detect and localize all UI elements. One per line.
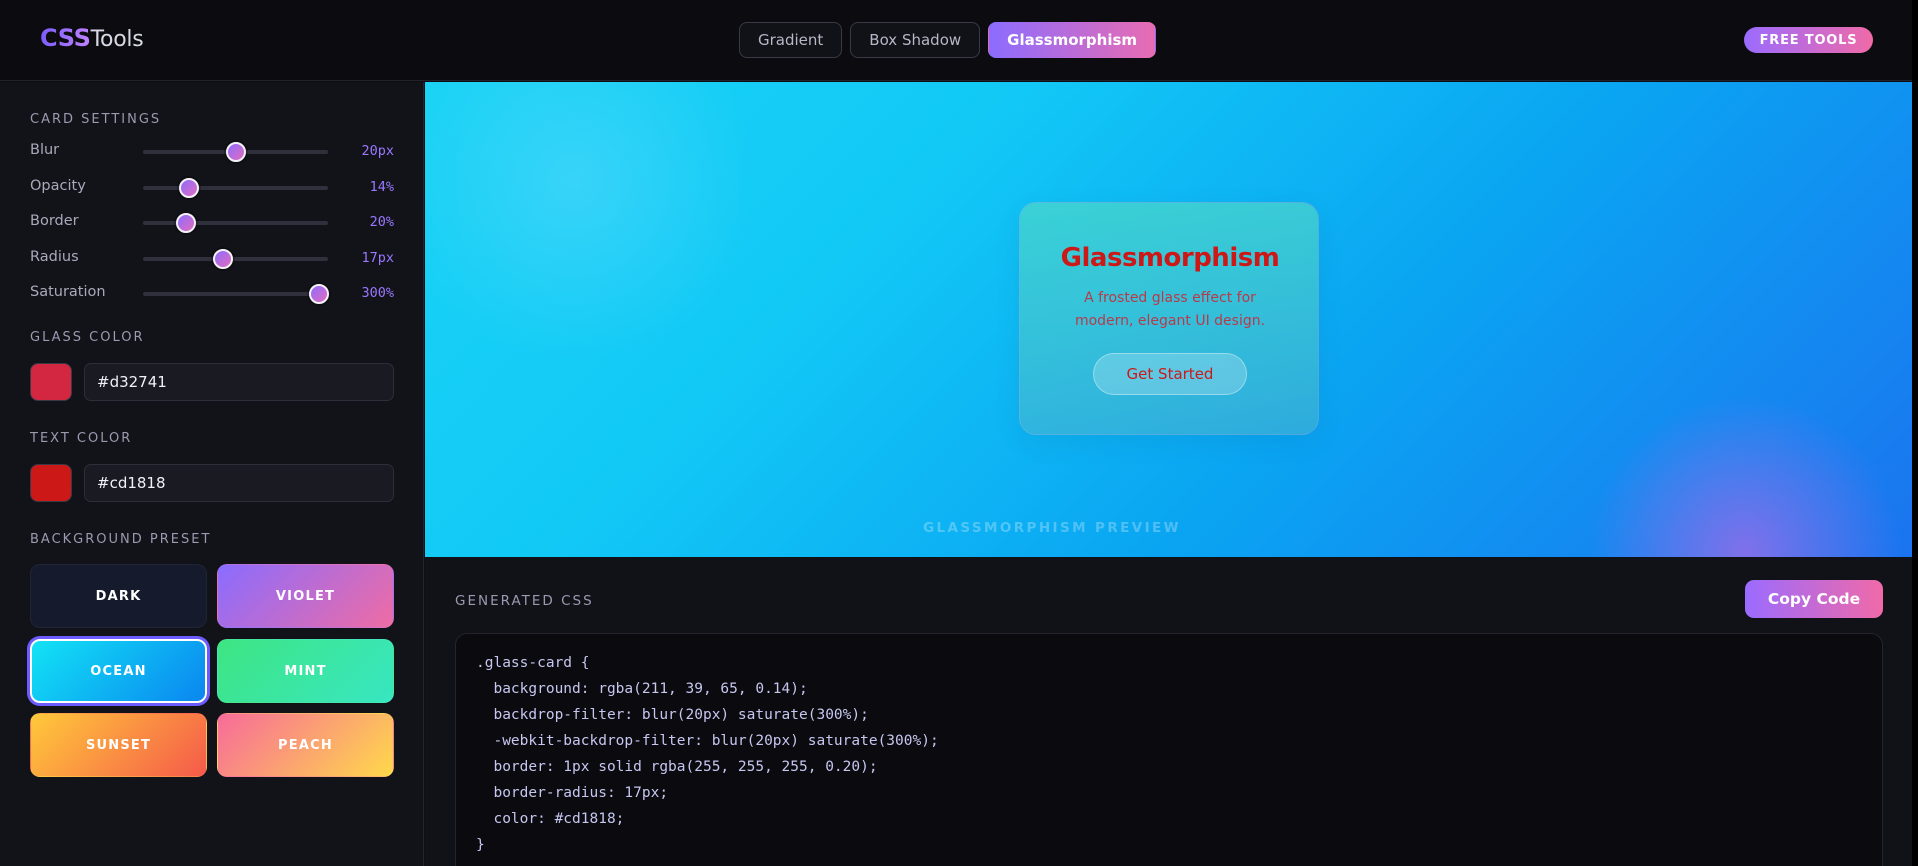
preset-peach[interactable]: PEACH [217, 713, 394, 777]
app-header: CSS Tools Gradient Box Shadow Glassmorph… [0, 0, 1918, 81]
slider-value: 20px [361, 143, 394, 159]
opacity-slider-row: Opacity 14% [30, 178, 394, 198]
radius-slider[interactable] [143, 249, 328, 269]
code-block[interactable]: .glass-card { background: rgba(211, 39, … [455, 633, 1883, 866]
tab-gradient[interactable]: Gradient [739, 22, 843, 58]
card-description-line: modern, elegant UI design. [1074, 313, 1266, 329]
slider-value: 14% [369, 179, 394, 195]
slider-value: 300% [361, 285, 394, 301]
logo-tools-text: Tools [90, 27, 144, 52]
blur-slider[interactable] [143, 142, 328, 162]
radius-slider-row: Radius 17px [30, 249, 394, 269]
text-color-title: TEXT COLOR [30, 431, 133, 446]
code-line: .glass-card { [476, 655, 590, 671]
copy-code-button[interactable]: Copy Code [1745, 580, 1883, 618]
slider-label: Blur [30, 142, 60, 158]
tab-glassmorphism[interactable]: Glassmorphism [988, 22, 1157, 58]
saturation-slider[interactable] [143, 284, 329, 304]
settings-sidebar: CARD SETTINGS Blur 20px Opacity 14% Bord… [0, 82, 424, 866]
background-preset-title: BACKGROUND PRESET [30, 532, 212, 547]
preset-mint[interactable]: MINT [217, 639, 394, 703]
card-description: A frosted glass effect for modern, elega… [1060, 287, 1280, 333]
code-line: backdrop-filter: blur(20px) saturate(300… [476, 707, 869, 723]
code-line: -webkit-backdrop-filter: blur(20px) satu… [476, 733, 939, 749]
preview-caption: GLASSMORPHISM PREVIEW [923, 520, 1181, 536]
code-line: border-radius: 17px; [476, 785, 669, 801]
slider-label: Saturation [30, 284, 106, 300]
slider-thumb[interactable] [225, 142, 246, 162]
glass-color-input[interactable] [84, 363, 394, 401]
code-line: background: rgba(211, 39, 65, 0.14); [476, 681, 808, 697]
code-line: } [476, 837, 485, 853]
text-color-row [30, 464, 394, 502]
slider-thumb[interactable] [175, 213, 196, 233]
free-tools-badge: FREE TOOLS [1744, 27, 1873, 53]
card-settings-title: CARD SETTINGS [30, 112, 162, 127]
tool-tabs: Gradient Box Shadow Glassmorphism [739, 22, 1157, 58]
code-line: color: #cd1818; [476, 811, 625, 827]
glass-preview-area: Glassmorphism A frosted glass effect for… [425, 82, 1912, 557]
tab-box-shadow[interactable]: Box Shadow [850, 22, 981, 58]
slider-value: 17px [361, 250, 394, 266]
preset-sunset[interactable]: SUNSET [30, 713, 207, 777]
generated-css-title: GENERATED CSS [455, 593, 594, 609]
slider-label: Radius [30, 249, 79, 265]
preset-ocean[interactable]: OCEAN [30, 639, 207, 703]
generated-css-panel: GENERATED CSS Copy Code .glass-card { ba… [425, 557, 1912, 866]
preset-violet[interactable]: VIOLET [217, 564, 394, 628]
card-title: Glassmorphism [1060, 243, 1280, 273]
slider-label: Border [30, 213, 79, 229]
window-edge [1912, 0, 1918, 866]
glass-color-title: GLASS COLOR [30, 330, 145, 345]
glass-color-row [30, 363, 394, 401]
slider-thumb[interactable] [212, 249, 233, 269]
preset-dark[interactable]: DARK [30, 564, 207, 628]
glass-card: Glassmorphism A frosted glass effect for… [1019, 202, 1319, 435]
slider-thumb[interactable] [179, 178, 200, 198]
border-slider-row: Border 20% [30, 213, 394, 233]
text-color-swatch[interactable] [30, 464, 72, 502]
code-line: border: 1px solid rgba(255, 255, 255, 0.… [476, 759, 878, 775]
slider-value: 20% [369, 214, 394, 230]
saturation-slider-row: Saturation 300% [30, 284, 394, 304]
get-started-button[interactable]: Get Started [1093, 353, 1247, 395]
logo[interactable]: CSS Tools [40, 24, 144, 56]
opacity-slider[interactable] [143, 178, 328, 198]
logo-css-text: CSS [40, 24, 91, 52]
slider-label: Opacity [30, 178, 86, 194]
border-slider[interactable] [143, 213, 328, 233]
card-description-line: A frosted glass effect for [1084, 290, 1256, 306]
slider-thumb[interactable] [308, 284, 329, 304]
glass-color-swatch[interactable] [30, 363, 72, 401]
background-glow [425, 82, 785, 362]
text-color-input[interactable] [84, 464, 394, 502]
blur-slider-row: Blur 20px [30, 142, 394, 162]
